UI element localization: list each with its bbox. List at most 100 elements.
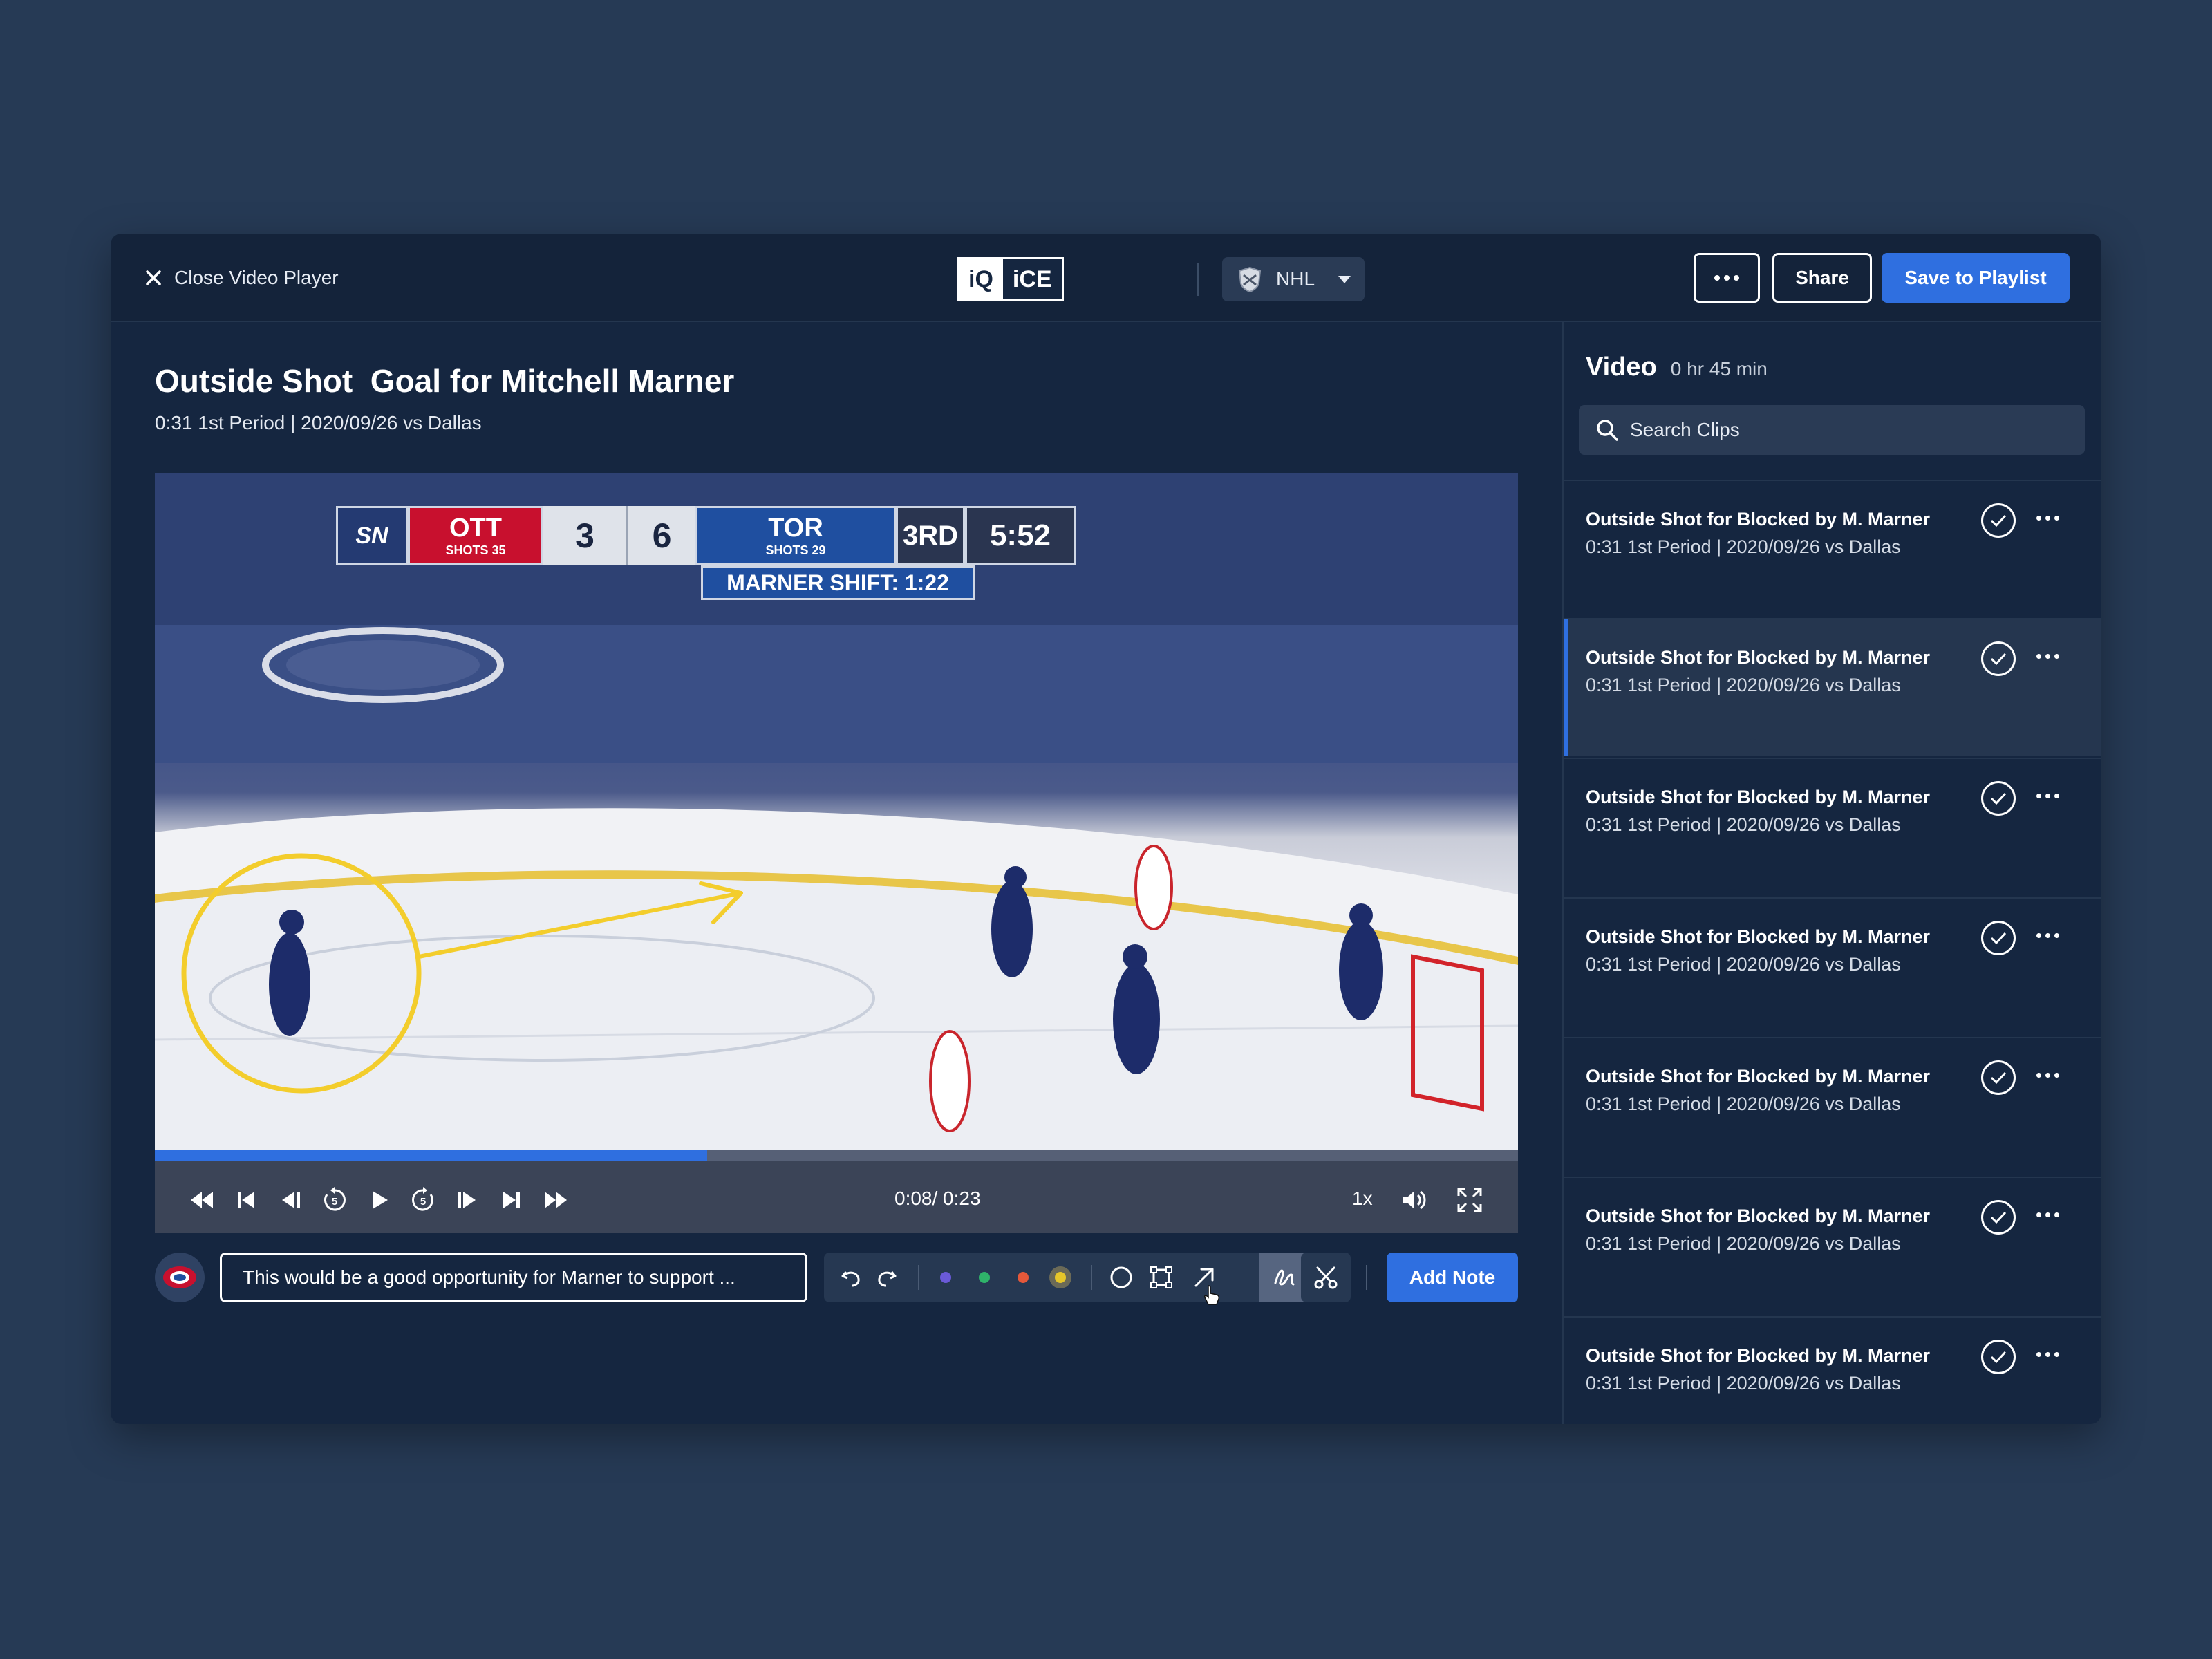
nhl-shield-icon [1238,266,1262,293]
skip-next-icon[interactable] [498,1186,525,1214]
ellipsis-icon[interactable] [2036,1073,2059,1078]
clip-item-title: Outside Shot for Blocked by M. Marner [1586,787,1931,807]
chevron-down-icon [1338,275,1351,283]
away-shots: 35 [491,543,506,557]
clip-item-subtitle: 0:31 1st Period | 2020/09/26 vs Dallas [1586,954,1901,975]
step-back-icon[interactable] [276,1186,304,1214]
close-label: Close Video Player [174,267,339,288]
clip-item-title: Outside Shot for Blocked by M. Marner [1586,926,1931,947]
check-icon[interactable] [1981,781,2016,816]
divider [1366,1265,1367,1290]
clip-item-title: Outside Shot for Blocked by M. Marner [1586,647,1931,668]
top-bar: Close Video Player iQ iCE NHL Share Save… [111,234,2101,322]
color-yellow [1055,1272,1066,1283]
clip-item-title: Outside Shot for Blocked by M. Marner [1586,509,1931,529]
color-yellow-selected[interactable] [1049,1266,1071,1288]
clip-cut-button[interactable] [1301,1253,1351,1302]
clip-item-title: Outside Shot for Blocked by M. Marner [1586,1066,1931,1087]
away-team-box: OTT SHOTS 35 [408,506,543,565]
clip-item-subtitle: 0:31 1st Period | 2020/09/26 vs Dallas [1586,536,1901,557]
freehand-tool-icon [1274,1269,1295,1286]
video-player-window: Close Video Player iQ iCE NHL Share Save… [111,234,2101,1424]
search-icon [1597,420,1618,441]
sidebar-header: Video 0 hr 45 min [1586,353,1768,382]
clip-item-title: Outside Shot for Blocked by M. Marner [1586,1345,1931,1366]
note-input[interactable]: This would be a good opportunity for Mar… [220,1253,807,1302]
drawing-toolbar [824,1253,1309,1305]
ellipsis-icon[interactable] [2036,1352,2059,1357]
clip-subtitle: 0:31 1st Period | 2020/09/26 vs Dallas [155,412,482,433]
rectangle-tool-icon[interactable] [1149,1265,1174,1290]
check-icon[interactable] [1981,503,2016,538]
network-badge: SN [336,506,408,565]
ellipsis-icon[interactable] [2036,654,2059,659]
sidebar-title: Video [1586,353,1657,382]
league-dropdown[interactable]: NHL [1222,257,1365,301]
save-to-playlist-button[interactable]: Save to Playlist [1882,253,2070,303]
video-frame[interactable]: SN OTT SHOTS 35 3 6 TOR SHOTS 29 3RD 5:5… [155,473,1518,1233]
check-icon[interactable] [1981,641,2016,676]
svg-text:5: 5 [332,1196,337,1208]
clip-item-subtitle: 0:31 1st Period | 2020/09/26 vs Dallas [1586,1373,1901,1394]
list-item[interactable]: Outside Shot for Blocked by M. Marner 0:… [1564,618,2101,756]
scissors-icon [1314,1266,1338,1289]
playback-speed[interactable]: 1x [1352,1188,1373,1210]
play-icon[interactable] [365,1186,393,1214]
away-team: OTT [449,514,502,543]
forward-5-icon[interactable]: 5 [409,1186,437,1214]
home-score: 6 [626,506,695,565]
fast-rewind-icon[interactable] [188,1186,216,1214]
fullscreen-icon[interactable] [1456,1186,1483,1214]
scoreboard: SN OTT SHOTS 35 3 6 TOR SHOTS 29 3RD 5:5… [336,506,1145,565]
rewind-5-icon[interactable]: 5 [321,1186,348,1214]
circle-tool-icon[interactable] [1109,1265,1134,1290]
check-icon[interactable] [1981,921,2016,955]
svg-text:5: 5 [420,1196,426,1208]
list-item[interactable]: Outside Shot for Blocked by M. Marner 0:… [1564,1177,2101,1315]
fast-forward-icon[interactable] [542,1186,570,1214]
game-clock: 5:52 [965,506,1076,565]
ellipsis-icon[interactable] [2036,794,2059,798]
redo-icon[interactable] [874,1265,899,1290]
color-green[interactable] [979,1272,990,1283]
logo-right: iCE [1002,259,1062,299]
undo-icon[interactable] [839,1265,864,1290]
check-icon[interactable] [1981,1200,2016,1235]
progress-bar[interactable] [155,1150,1518,1161]
check-icon[interactable] [1981,1340,2016,1374]
toolbar-divider [918,1265,919,1290]
more-options-button[interactable] [1694,253,1760,303]
shift-banner: MARNER SHIFT: 1:22 [701,565,975,600]
clips-sidebar: Video 0 hr 45 min Search Clips Outside S… [1562,322,2101,1424]
close-icon [146,270,161,285]
ellipsis-icon[interactable] [2036,1212,2059,1217]
video-controls [155,1161,1518,1233]
list-item[interactable]: Outside Shot for Blocked by M. Marner 0:… [1564,897,2101,1035]
away-score: 3 [543,506,626,565]
ellipsis-icon[interactable] [2036,933,2059,938]
home-shots-label: SHOTS [765,543,809,557]
list-item[interactable]: Outside Shot for Blocked by M. Marner 0:… [1564,480,2101,618]
color-purple[interactable] [940,1272,951,1283]
list-item[interactable]: Outside Shot for Blocked by M. Marner 0:… [1564,1037,2101,1175]
search-clips-input[interactable]: Search Clips [1579,405,2085,455]
skip-previous-icon[interactable] [232,1186,260,1214]
share-button[interactable]: Share [1772,253,1872,303]
add-note-button[interactable]: Add Note [1387,1253,1518,1302]
clip-item-subtitle: 0:31 1st Period | 2020/09/26 vs Dallas [1586,814,1901,835]
list-item[interactable]: Outside Shot for Blocked by M. Marner 0:… [1564,1316,2101,1424]
list-item[interactable]: Outside Shot for Blocked by M. Marner 0:… [1564,758,2101,896]
clip-item-title: Outside Shot for Blocked by M. Marner [1586,1206,1931,1226]
color-red[interactable] [1018,1272,1029,1283]
ellipsis-icon[interactable] [2036,516,2059,521]
home-shots: 29 [812,543,826,557]
volume-icon[interactable] [1400,1186,1428,1214]
home-team-box: TOR SHOTS 29 [695,506,896,565]
clip-title: Outside Shot Goal for Mitchell Marner [155,363,735,399]
pointer-cursor-icon [1204,1285,1220,1305]
away-shots-row: SHOTS 35 [445,543,505,558]
check-icon[interactable] [1981,1060,2016,1095]
logo-left: iQ [959,259,1003,299]
step-forward-icon[interactable] [453,1186,481,1214]
close-video-player-button[interactable]: Close Video Player [145,263,339,293]
